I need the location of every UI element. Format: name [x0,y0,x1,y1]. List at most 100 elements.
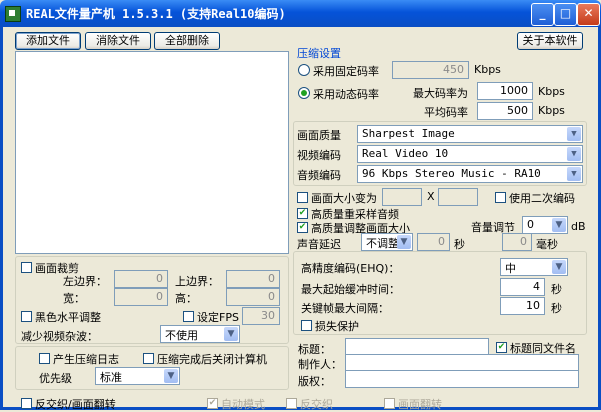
shutdown-label: 压缩完成后关闭计算机 [157,353,267,366]
fixed-rate-unit: Kbps [474,63,501,76]
audio-codec-value: 96 Kbps Stereo Music - RA10 [362,167,541,180]
delay-sec-unit: 秒 [454,238,465,251]
minimize-button[interactable]: _ [531,3,554,26]
dynamic-rate-radio[interactable] [298,87,310,99]
bw-level-label: 黑色水平调整 [35,311,101,324]
buffer-input[interactable]: 4 [500,278,545,296]
remove-all-button[interactable]: 全部删除 [154,32,220,50]
deint-checkbox[interactable] [286,398,297,409]
keyframe-unit: 秒 [551,302,562,315]
max-rate-input[interactable]: 1000 [477,82,533,100]
meta-copyright-label: 版权： [298,375,331,388]
crop-top-input[interactable]: 0 [226,270,280,288]
priority-select[interactable]: 标准 ▼ [95,367,180,385]
same-name-checkbox[interactable]: ✔ [496,342,507,353]
loss-protect-checkbox[interactable] [301,320,312,331]
close-button[interactable]: ✕ [577,3,600,26]
avg-rate-input[interactable]: 500 [477,102,533,120]
twopass-label: 使用二次编码 [509,192,575,205]
video-codec-value: Real Video 10 [362,147,449,160]
volume-select[interactable]: 0 ▼ [522,216,568,234]
noise-select[interactable]: 不使用 ▼ [160,325,240,343]
fps-label: 设定FPS [197,311,239,324]
delay-label: 声音延迟 [297,238,341,251]
crop-width-input[interactable]: 0 [114,288,168,306]
delay-mode-select[interactable]: 不调整 ▼ [361,233,413,251]
chevron-down-icon: ▼ [552,218,566,232]
volume-value: 0 [527,218,534,231]
crop-height-label: 高： [175,292,197,305]
crop-left-input[interactable]: 0 [114,270,168,288]
resize-label: 画面大小变为 [311,192,377,205]
gen-log-checkbox[interactable] [39,353,50,364]
avg-rate-unit: Kbps [538,104,565,117]
remove-file-button[interactable]: 消除文件 [85,32,151,50]
window-title: REAL文件量产机 1.5.3.1 (支持Real10编码) [26,7,286,21]
deinterlace-checkbox[interactable] [21,398,32,409]
delay-ms-input[interactable]: 0 [502,233,532,251]
buffer-label: 最大起始缓冲时间： [301,283,400,296]
delay-mode-value: 不调整 [366,237,399,250]
chevron-down-icon: ▼ [567,147,581,161]
priority-value: 标准 [100,371,122,384]
avg-rate-label: 平均码率 [424,106,468,119]
chevron-down-icon: ▼ [397,235,411,249]
bw-level-checkbox[interactable] [21,311,32,322]
max-rate-unit: Kbps [538,85,565,98]
priority-label: 优先级 [39,372,72,385]
max-rate-label: 最大码率为 [413,87,468,100]
resize-x-label: X [427,190,435,203]
noise-label: 减少视频杂波： [21,330,98,343]
buffer-unit: 秒 [551,283,562,296]
quality-select[interactable]: Sharpest Image ▼ [357,125,583,143]
resize-height-input[interactable] [438,188,478,206]
ehq-value: 中 [505,262,516,275]
twopass-checkbox[interactable] [495,192,506,203]
fps-input[interactable]: 30 [242,307,280,325]
fps-checkbox[interactable] [183,311,194,322]
volume-unit: dB [571,220,586,233]
crop-left-label: 左边界： [63,275,107,288]
fixed-rate-label: 采用固定码率 [313,65,379,78]
auto-mode-checkbox[interactable]: ✔ [207,398,218,409]
flip-checkbox[interactable] [384,398,395,409]
keyframe-input[interactable]: 10 [500,297,545,315]
maximize-button[interactable]: □ [554,3,577,26]
crop-width-label: 宽： [63,292,85,305]
hq-resize-checkbox[interactable]: ✔ [297,222,308,233]
hq-resample-checkbox[interactable]: ✔ [297,208,308,219]
resize-checkbox[interactable] [297,192,308,203]
crop-checkbox[interactable] [21,262,32,273]
ehq-select[interactable]: 中 ▼ [500,258,568,276]
meta-author-label: 制作人： [298,358,342,371]
resize-width-input[interactable] [382,188,422,206]
meta-title-label: 标题： [298,343,331,356]
file-list[interactable] [15,51,289,254]
video-codec-select[interactable]: Real Video 10 ▼ [357,145,583,163]
loss-protect-label: 损失保护 [315,320,359,333]
add-file-button[interactable]: 添加文件 [15,32,81,50]
audio-codec-label: 音频编码 [297,169,341,182]
crop-height-input[interactable]: 0 [226,288,280,306]
shutdown-checkbox[interactable] [143,353,154,364]
ehq-label: 高精度编码(EHQ)： [301,262,400,275]
quality-label: 画面质量 [297,129,341,142]
quality-value: Sharpest Image [362,127,455,140]
fixed-rate-radio[interactable] [298,64,310,76]
chevron-down-icon: ▼ [567,127,581,141]
audio-codec-select[interactable]: 96 Kbps Stereo Music - RA10 ▼ [357,165,583,183]
chevron-down-icon: ▼ [164,369,178,383]
compress-settings-title: 压缩设置 [297,47,341,60]
title-bar[interactable]: REAL文件量产机 1.5.3.1 (支持Real10编码) _ □ ✕ [0,0,601,27]
gen-log-label: 产生压缩日志 [53,353,119,366]
chevron-down-icon: ▼ [567,167,581,181]
chevron-down-icon: ▼ [552,260,566,274]
delay-ms-unit: 毫秒 [536,238,558,251]
app-icon [5,6,21,22]
chevron-down-icon: ▼ [224,327,238,341]
about-button[interactable]: 关于本软件 [517,32,583,50]
delay-sec-input[interactable]: 0 [417,233,450,251]
fixed-rate-input[interactable]: 450 [392,61,469,79]
meta-copyright-input[interactable] [345,370,579,388]
dynamic-rate-label: 采用动态码率 [313,88,379,101]
